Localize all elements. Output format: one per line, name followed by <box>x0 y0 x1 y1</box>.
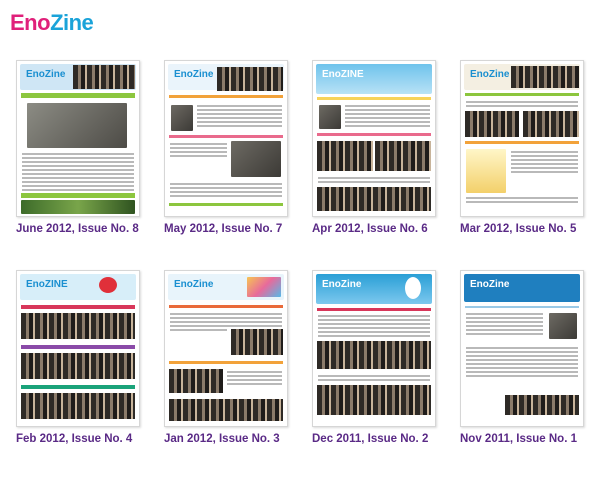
issue-link[interactable]: Mar 2012, Issue No. 5 <box>460 223 582 235</box>
issue-tile-nov-2011[interactable]: EnoZine Nov 2011, Issue No. 1 <box>460 270 584 445</box>
issue-thumbnail[interactable]: EnoZine <box>164 60 288 217</box>
issue-tile-mar-2012[interactable]: EnoZine Mar 2012, Issue No. 5 <box>460 60 584 235</box>
enozine-logo: EnoZine <box>10 10 94 36</box>
issue-link[interactable]: May 2012, Issue No. 7 <box>164 223 286 235</box>
issue-tile-apr-2012[interactable]: EnoZINE Apr 2012, Issue No. 6 <box>312 60 436 235</box>
issue-thumbnail[interactable]: EnoZINE <box>16 270 140 427</box>
issue-thumbnail[interactable]: EnoZine <box>164 270 288 427</box>
issue-tile-jan-2012[interactable]: EnoZine Jan 2012, Issue No. 3 <box>164 270 288 445</box>
logo-part-zine: Zine <box>50 10 94 35</box>
issue-tile-june-2012[interactable]: EnoZine June 2012, Issue No. 8 <box>16 60 140 235</box>
issue-tile-dec-2011[interactable]: EnoZine Dec 2011, Issue No. 2 <box>312 270 436 445</box>
issue-thumbnail[interactable]: EnoZine <box>460 60 584 217</box>
issue-thumbnail[interactable]: EnoZine <box>460 270 584 427</box>
issue-link[interactable]: Jan 2012, Issue No. 3 <box>164 433 286 445</box>
issue-thumbnail[interactable]: EnoZINE <box>312 60 436 217</box>
logo-part-eno: Eno <box>10 10 51 35</box>
issue-link[interactable]: Feb 2012, Issue No. 4 <box>16 433 138 445</box>
issue-link[interactable]: Apr 2012, Issue No. 6 <box>312 223 434 235</box>
issue-tile-feb-2012[interactable]: EnoZINE Feb 2012, Issue No. 4 <box>16 270 140 445</box>
issue-link[interactable]: Nov 2011, Issue No. 1 <box>460 433 582 445</box>
issue-link[interactable]: Dec 2011, Issue No. 2 <box>312 433 434 445</box>
issue-link[interactable]: June 2012, Issue No. 8 <box>16 223 139 235</box>
issue-tile-may-2012[interactable]: EnoZine May 2012, Issue No. 7 <box>164 60 288 235</box>
issue-thumbnail[interactable]: EnoZine <box>312 270 436 427</box>
issue-thumbnail[interactable]: EnoZine <box>16 60 140 217</box>
